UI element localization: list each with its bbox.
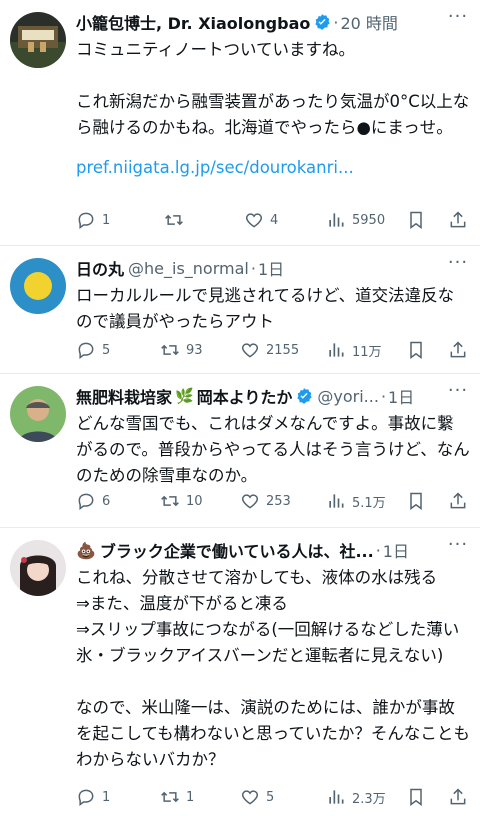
view-count: 2.3万	[352, 791, 386, 807]
bookmark-icon	[410, 211, 422, 229]
like-button[interactable]: 2155	[240, 340, 299, 360]
views-chart-icon	[329, 790, 344, 804]
avatar[interactable]	[10, 540, 66, 596]
heart-icon	[241, 343, 259, 358]
repost-icon	[161, 495, 179, 507]
views-button[interactable]: 5950	[326, 210, 385, 230]
heart-icon	[245, 213, 263, 228]
post-text: ローカルルールで見逃されてるけど、道交法違反なので議員がやったらアウト	[76, 286, 455, 331]
leaf-icon: 🌿	[175, 387, 194, 405]
views-chart-icon	[329, 343, 344, 357]
heart-icon	[241, 494, 259, 509]
post-time[interactable]: 1日	[383, 538, 409, 562]
share-button[interactable]	[448, 210, 468, 230]
share-icon	[450, 211, 466, 228]
share-icon	[450, 788, 466, 805]
like-count: 2155	[266, 342, 300, 358]
author-name-2[interactable]: 岡本よりたか	[197, 384, 293, 408]
reply-count: 1	[102, 212, 111, 228]
post-2[interactable]: 日の丸 @he_is_normal · 1日 ··· ローカルルールで見逃されて…	[0, 246, 480, 374]
author-name[interactable]: ブラック企業で働いている人は、社...	[100, 538, 374, 562]
reply-count: 5	[102, 342, 111, 358]
reply-button[interactable]: 5	[76, 340, 110, 360]
reply-icon	[78, 342, 94, 359]
author-name[interactable]: 無肥料栽培家	[76, 384, 172, 408]
heart-icon	[241, 790, 259, 805]
reply-count: 1	[102, 789, 111, 805]
repost-count: 93	[186, 342, 203, 358]
views-chart-icon	[329, 213, 344, 227]
repost-icon	[161, 791, 179, 803]
views-button[interactable]: 2.3万	[326, 787, 386, 807]
view-count: 5950	[352, 212, 386, 228]
post-1[interactable]: 小籠包博士, Dr. Xiaolongbao · 20 時間 ··· コミュニテ…	[0, 0, 480, 246]
post-text: どんな雪国でも、これはダメなんですよ。事故に繋がるので。普段からやってる人はそう…	[76, 414, 470, 485]
author-handle[interactable]: @he_is_normal	[128, 259, 249, 278]
avatar[interactable]	[10, 386, 66, 442]
like-button[interactable]: 4	[244, 210, 278, 230]
repost-button[interactable]	[164, 210, 190, 230]
share-button[interactable]	[448, 340, 468, 360]
more-options-icon[interactable]: ···	[446, 536, 470, 562]
repost-count: 10	[186, 493, 203, 509]
repost-button[interactable]: 93	[160, 340, 203, 360]
avatar[interactable]	[10, 12, 66, 68]
reply-count: 6	[102, 493, 111, 509]
bookmark-button[interactable]	[406, 491, 426, 511]
post-text: コミュニティノートついていますね。 これ新潟だから融雪装置があったり気温が0°C…	[76, 40, 470, 137]
share-button[interactable]	[448, 491, 468, 511]
views-button[interactable]: 5.1万	[326, 491, 386, 511]
post-time[interactable]: 20 時間	[340, 10, 397, 34]
bookmark-button[interactable]	[406, 787, 426, 807]
repost-icon	[165, 214, 183, 226]
like-count: 253	[266, 493, 291, 509]
post-4[interactable]: 💩 ブラック企業で働いている人は、社... · 1日 ··· これね、分散させて…	[0, 528, 480, 816]
like-button[interactable]: 253	[240, 491, 291, 511]
like-count: 4	[270, 212, 279, 228]
more-options-icon[interactable]: ···	[446, 254, 470, 280]
reply-button[interactable]: 1	[76, 787, 110, 807]
views-chart-icon	[329, 494, 344, 508]
author-name[interactable]: 小籠包博士, Dr. Xiaolongbao	[76, 10, 310, 34]
bookmark-button[interactable]	[406, 210, 426, 230]
post-time[interactable]: 1日	[388, 384, 414, 408]
verified-badge-icon	[315, 14, 331, 30]
timeline-feed: 小籠包博士, Dr. Xiaolongbao · 20 時間 ··· コミュニテ…	[0, 0, 480, 816]
post-text: これね、分散させて溶かしても、液体の水は残る ⇒また、温度が下がると凍る ⇒スリ…	[76, 568, 470, 769]
like-count: 5	[266, 789, 275, 805]
reply-button[interactable]: 1	[76, 210, 110, 230]
repost-count: 1	[186, 789, 195, 805]
more-options-icon[interactable]: ···	[446, 8, 470, 34]
verified-badge-icon	[297, 388, 313, 404]
bookmark-icon	[410, 492, 422, 510]
author-handle[interactable]: @yori...	[317, 387, 379, 406]
post-link[interactable]: pref.niigata.lg.jp/sec/dourokanri...	[76, 155, 470, 181]
like-button[interactable]: 5	[240, 787, 274, 807]
author-name[interactable]: 日の丸	[76, 256, 124, 280]
share-icon	[450, 492, 466, 509]
reply-icon	[78, 212, 94, 229]
view-count: 11万	[352, 344, 382, 360]
reply-button[interactable]: 6	[76, 491, 110, 511]
reply-icon	[78, 493, 94, 510]
repost-button[interactable]: 10	[160, 491, 203, 511]
bookmark-button[interactable]	[406, 340, 426, 360]
post-3[interactable]: 無肥料栽培家 🌿 岡本よりたか @yori... · 1日 ··· どんな雪国で…	[0, 374, 480, 528]
share-button[interactable]	[448, 787, 468, 807]
repost-icon	[161, 344, 179, 356]
avatar[interactable]	[10, 258, 66, 314]
repost-button[interactable]: 1	[160, 787, 194, 807]
view-count: 5.1万	[352, 495, 386, 511]
bookmark-icon	[410, 788, 422, 806]
post-time[interactable]: 1日	[258, 256, 284, 280]
bookmark-icon	[410, 341, 422, 359]
views-button[interactable]: 11万	[326, 340, 382, 360]
poop-emoji-icon: 💩	[76, 540, 96, 560]
share-icon	[450, 341, 466, 358]
reply-icon	[78, 789, 94, 806]
more-options-icon[interactable]: ···	[446, 382, 470, 408]
